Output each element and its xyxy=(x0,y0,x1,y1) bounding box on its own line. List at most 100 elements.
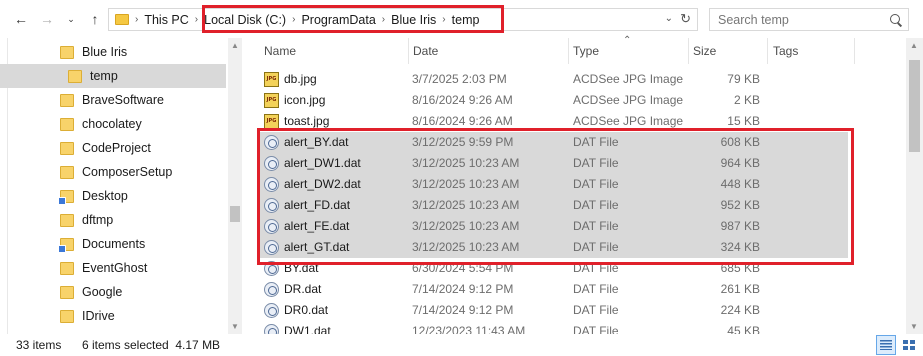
breadcrumb-this-pc[interactable]: This PC xyxy=(144,13,188,27)
search-input[interactable]: Search temp xyxy=(718,13,789,27)
column-divider[interactable] xyxy=(767,38,768,64)
file-name: alert_GT.dat xyxy=(284,240,350,254)
file-date: 3/12/2025 10:23 AM xyxy=(412,177,520,191)
nav-item-bravesoftware[interactable]: BraveSoftware xyxy=(0,88,226,112)
breadcrumb-separator-icon: › xyxy=(135,14,139,25)
file-date: 3/12/2025 10:23 AM xyxy=(412,198,520,212)
file-name: icon.jpg xyxy=(284,93,326,107)
nav-item-composersetup[interactable]: ComposerSetup xyxy=(0,160,226,184)
file-size: 685 KB xyxy=(720,261,760,275)
jpg-file-icon: JPG xyxy=(264,72,279,87)
file-type: DAT File xyxy=(573,324,619,334)
breadcrumb-blue-iris[interactable]: Blue Iris xyxy=(391,13,436,27)
file-row-selected[interactable]: alert_FE.dat 3/12/2025 10:23 AM DAT File… xyxy=(258,216,848,237)
selection-summary: 6 items selected 4.17 MB xyxy=(82,338,221,352)
file-name: alert_FD.dat xyxy=(284,198,351,212)
file-row-selected[interactable]: alert_GT.dat 3/12/2025 10:23 AM DAT File… xyxy=(258,237,848,258)
column-header-size[interactable]: Size xyxy=(693,38,763,64)
column-divider[interactable] xyxy=(854,38,855,64)
nav-item-dftmp[interactable]: dftmp xyxy=(0,208,226,232)
nav-item-label: Google xyxy=(82,285,123,299)
chevron-down-icon: ⌄ xyxy=(67,13,75,24)
search-box[interactable]: Search temp xyxy=(709,8,909,31)
breadcrumb-temp[interactable]: temp xyxy=(452,13,480,27)
file-row-selected[interactable]: alert_FD.dat 3/12/2025 10:23 AM DAT File… xyxy=(258,195,848,216)
file-size: 448 KB xyxy=(720,177,760,191)
file-row-selected[interactable]: alert_BY.dat 3/12/2025 9:59 PM DAT File … xyxy=(258,132,848,153)
scroll-up-arrow-icon[interactable]: ▲ xyxy=(910,41,918,50)
details-view-icon xyxy=(880,340,892,350)
nav-item-chocolatey[interactable]: chocolatey xyxy=(0,112,226,136)
arrow-up-icon: ↑ xyxy=(91,11,99,27)
file-row[interactable]: BY.dat 6/30/2024 5:54 PM DAT File 685 KB xyxy=(258,258,848,279)
large-icons-view-button[interactable] xyxy=(899,335,919,355)
file-type: DAT File xyxy=(573,303,619,317)
file-row[interactable]: DR0.dat 7/14/2024 9:12 PM DAT File 224 K… xyxy=(258,300,848,321)
up-button[interactable]: ↑ xyxy=(86,10,104,28)
file-row[interactable]: JPG toast.jpg 8/16/2024 9:26 AM ACDSee J… xyxy=(258,111,848,132)
nav-item-blue-iris[interactable]: Blue Iris xyxy=(0,40,226,64)
navigation-pane: Blue Iris temp BraveSoftware chocolatey … xyxy=(0,38,242,334)
file-row[interactable]: DW1.dat 12/23/2023 11:43 AM DAT File 45 … xyxy=(258,321,848,334)
file-date: 6/30/2024 5:54 PM xyxy=(412,261,514,275)
breadcrumb-local-disk[interactable]: Local Disk (C:) xyxy=(204,13,286,27)
file-name: BY.dat xyxy=(284,261,319,275)
column-divider[interactable] xyxy=(688,38,689,64)
file-type: DAT File xyxy=(573,198,619,212)
folder-icon xyxy=(60,45,74,59)
file-row-selected[interactable]: alert_DW2.dat 3/12/2025 10:23 AM DAT Fil… xyxy=(258,174,848,195)
file-size: 608 KB xyxy=(720,135,760,149)
scroll-up-arrow-icon[interactable]: ▲ xyxy=(231,41,239,50)
dat-file-icon xyxy=(264,135,279,150)
forward-button[interactable]: → xyxy=(38,10,56,28)
nav-item-eventghost[interactable]: EventGhost xyxy=(0,256,226,280)
file-name: alert_BY.dat xyxy=(284,135,349,149)
details-view-button[interactable] xyxy=(876,335,896,355)
file-row[interactable]: DR.dat 7/14/2024 9:12 PM DAT File 261 KB xyxy=(258,279,848,300)
recent-locations-button[interactable]: ⌄ xyxy=(62,10,80,28)
nav-item-temp[interactable]: temp xyxy=(0,64,226,88)
breadcrumb-programdata[interactable]: ProgramData xyxy=(301,13,375,27)
address-bar[interactable]: › This PC › Local Disk (C:) › ProgramDat… xyxy=(108,8,698,31)
dat-file-icon xyxy=(264,198,279,213)
search-icon xyxy=(890,13,902,26)
file-row-selected[interactable]: alert_DW1.dat 3/12/2025 10:23 AM DAT Fil… xyxy=(258,153,848,174)
column-divider[interactable] xyxy=(408,38,409,64)
scroll-down-arrow-icon[interactable]: ▼ xyxy=(231,322,239,331)
column-header-name[interactable]: Name xyxy=(264,38,404,64)
nav-item-idrive[interactable]: IDrive xyxy=(0,304,226,328)
nav-item-label: Desktop xyxy=(82,189,128,203)
scrollbar-thumb[interactable] xyxy=(909,60,920,152)
folder-icon xyxy=(60,213,74,227)
refresh-icon[interactable]: ↻ xyxy=(680,11,691,27)
nav-item-desktop[interactable]: Desktop xyxy=(0,184,226,208)
back-button[interactable]: ← xyxy=(12,10,30,28)
nav-item-google[interactable]: Google xyxy=(0,280,226,304)
nav-item-codeproject[interactable]: CodeProject xyxy=(0,136,226,160)
folder-icon xyxy=(60,141,74,155)
column-header-tags[interactable]: Tags xyxy=(773,38,853,64)
file-row[interactable]: JPG icon.jpg 8/16/2024 9:26 AM ACDSee JP… xyxy=(258,90,848,111)
nav-pane-scrollbar[interactable]: ▲ ▼ xyxy=(228,38,242,334)
scroll-down-arrow-icon[interactable]: ▼ xyxy=(910,322,918,331)
scrollbar-thumb[interactable] xyxy=(230,206,240,222)
breadcrumb-separator-icon[interactable]: › xyxy=(442,14,445,25)
breadcrumb-separator-icon[interactable]: › xyxy=(292,14,295,25)
column-divider[interactable] xyxy=(568,38,569,64)
file-list-scrollbar[interactable]: ▲ ▼ xyxy=(906,38,923,334)
folder-icon xyxy=(60,309,74,323)
file-date: 7/14/2024 9:12 PM xyxy=(412,282,514,296)
address-history-chevron-icon[interactable]: ⌄ xyxy=(665,13,673,24)
nav-item-documents[interactable]: Documents xyxy=(0,232,226,256)
file-date: 12/23/2023 11:43 AM xyxy=(412,324,526,334)
breadcrumb-separator-icon[interactable]: › xyxy=(195,14,198,25)
breadcrumb-separator-icon[interactable]: › xyxy=(382,14,385,25)
dat-file-icon xyxy=(264,303,279,318)
folder-icon xyxy=(68,69,82,83)
file-size: 964 KB xyxy=(720,156,760,170)
file-row[interactable]: JPG db.jpg 3/7/2025 2:03 PM ACDSee JPG I… xyxy=(258,69,848,90)
file-size: 261 KB xyxy=(720,282,760,296)
column-header-date[interactable]: Date xyxy=(413,38,563,64)
file-size: 987 KB xyxy=(720,219,760,233)
nav-item-label: EventGhost xyxy=(82,261,148,275)
